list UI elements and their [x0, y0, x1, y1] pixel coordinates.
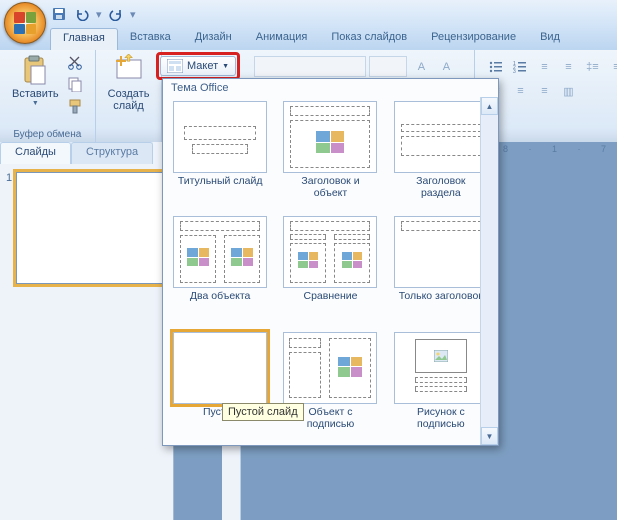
qat-dropdown-icon[interactable]: ▾ [96, 5, 102, 23]
justify-button[interactable]: ≡ [533, 80, 555, 102]
brush-icon [67, 98, 83, 114]
new-slide-label: Создать слайд [108, 88, 150, 112]
tab-slides-panel[interactable]: Слайды [0, 142, 71, 164]
shrink-font-button[interactable]: A [435, 56, 457, 78]
cut-button[interactable] [67, 54, 87, 74]
gallery-grid: Титульный слайд Заголовок и объект Загол… [163, 97, 498, 445]
tab-review[interactable]: Рецензирование [419, 28, 528, 50]
layout-label: Макет [187, 60, 218, 72]
slide-number: 1 [6, 172, 12, 284]
font-family-combo[interactable] [254, 56, 366, 77]
layout-blank[interactable]: Пустой [167, 330, 273, 443]
columns-button[interactable]: ▥ [557, 80, 579, 102]
scroll-up-button[interactable]: ▲ [481, 97, 498, 115]
tab-view[interactable]: Вид [528, 28, 572, 50]
font-size-combo[interactable] [369, 56, 407, 77]
align-left-button[interactable]: ≡ [605, 56, 617, 78]
tab-outline-panel[interactable]: Структура [71, 142, 153, 164]
save-button[interactable] [50, 5, 68, 23]
layout-icon [167, 59, 183, 73]
align-right-button[interactable]: ≡ [509, 80, 531, 102]
layout-section-header[interactable]: Заголовок раздела [388, 99, 494, 212]
layout-comparison[interactable]: Сравнение [277, 214, 383, 327]
redo-button[interactable] [107, 5, 125, 23]
scroll-down-button[interactable]: ▼ [481, 427, 498, 445]
new-slide-button[interactable]: Создать слайд [102, 52, 156, 114]
line-spacing-button[interactable]: ‡≡ [581, 56, 603, 78]
increase-indent-button[interactable]: ≡ [557, 56, 579, 78]
gallery-section-title: Тема Office [163, 79, 498, 97]
tooltip: Пустой слайд [222, 403, 304, 421]
side-panel-tabs: Слайды Структура [0, 142, 153, 164]
chevron-down-icon: ▼ [222, 63, 229, 70]
undo-button[interactable] [73, 5, 91, 23]
format-painter-button[interactable] [67, 98, 87, 118]
chevron-down-icon: ▼ [32, 100, 39, 107]
thumbnail-item[interactable]: 1 [0, 168, 173, 288]
grow-font-button[interactable]: A [410, 56, 432, 78]
qat-customize-icon[interactable]: ▾ [130, 5, 136, 23]
layout-gallery: Тема Office Титульный слайд Заголовок и … [162, 78, 499, 446]
group-clipboard: Вставить ▼ Буфер обмена [0, 50, 96, 142]
paste-label: Вставить [12, 88, 59, 100]
layout-two-content[interactable]: Два объекта [167, 214, 273, 327]
layout-button-highlight: Макет ▼ [156, 52, 240, 80]
group-label: Буфер обмена [11, 129, 83, 140]
slide-thumbnail[interactable] [16, 172, 166, 284]
tab-slideshow[interactable]: Показ слайдов [319, 28, 419, 50]
bullets-button[interactable] [485, 56, 507, 78]
tab-design[interactable]: Дизайн [183, 28, 244, 50]
office-button[interactable] [4, 2, 46, 44]
paste-button[interactable]: Вставить ▼ [6, 52, 65, 120]
picture-icon [434, 350, 448, 362]
decrease-indent-button[interactable]: ≡ [533, 56, 555, 78]
layout-content-caption[interactable]: Объект с подписью [277, 330, 383, 443]
gallery-scrollbar[interactable]: ▲ ▼ [480, 97, 498, 445]
layout-title-only[interactable]: Только заголовок [388, 214, 494, 327]
group-slides: Создать слайд Слайды [96, 50, 163, 142]
bullets-icon [489, 60, 503, 74]
paste-icon [19, 54, 51, 86]
copy-button[interactable] [67, 76, 87, 96]
layout-title-content[interactable]: Заголовок и объект [277, 99, 383, 212]
quick-access-toolbar: ▾ ▾ [50, 5, 136, 23]
save-icon [52, 7, 66, 21]
ribbon-tabs: Главная Вставка Дизайн Анимация Показ сл… [0, 28, 617, 50]
tab-animation[interactable]: Анимация [244, 28, 320, 50]
title-bar: ▾ ▾ [0, 0, 617, 28]
office-logo-icon [14, 12, 36, 34]
copy-icon [67, 76, 83, 92]
new-slide-icon [113, 54, 145, 86]
layout-button[interactable]: Макет ▼ [160, 56, 236, 76]
numbering-icon: 123 [513, 60, 527, 74]
cut-icon [67, 54, 83, 70]
tab-home[interactable]: Главная [50, 28, 118, 50]
undo-icon [75, 7, 89, 21]
svg-text:3: 3 [513, 69, 516, 74]
tab-insert[interactable]: Вставка [118, 28, 183, 50]
numbering-button[interactable]: 123 [509, 56, 531, 78]
slide-thumbnails-panel: 1 [0, 142, 174, 520]
redo-icon [109, 7, 123, 21]
layout-title-slide[interactable]: Титульный слайд [167, 99, 273, 212]
layout-picture-caption[interactable]: Рисунок с подписью [388, 330, 494, 443]
